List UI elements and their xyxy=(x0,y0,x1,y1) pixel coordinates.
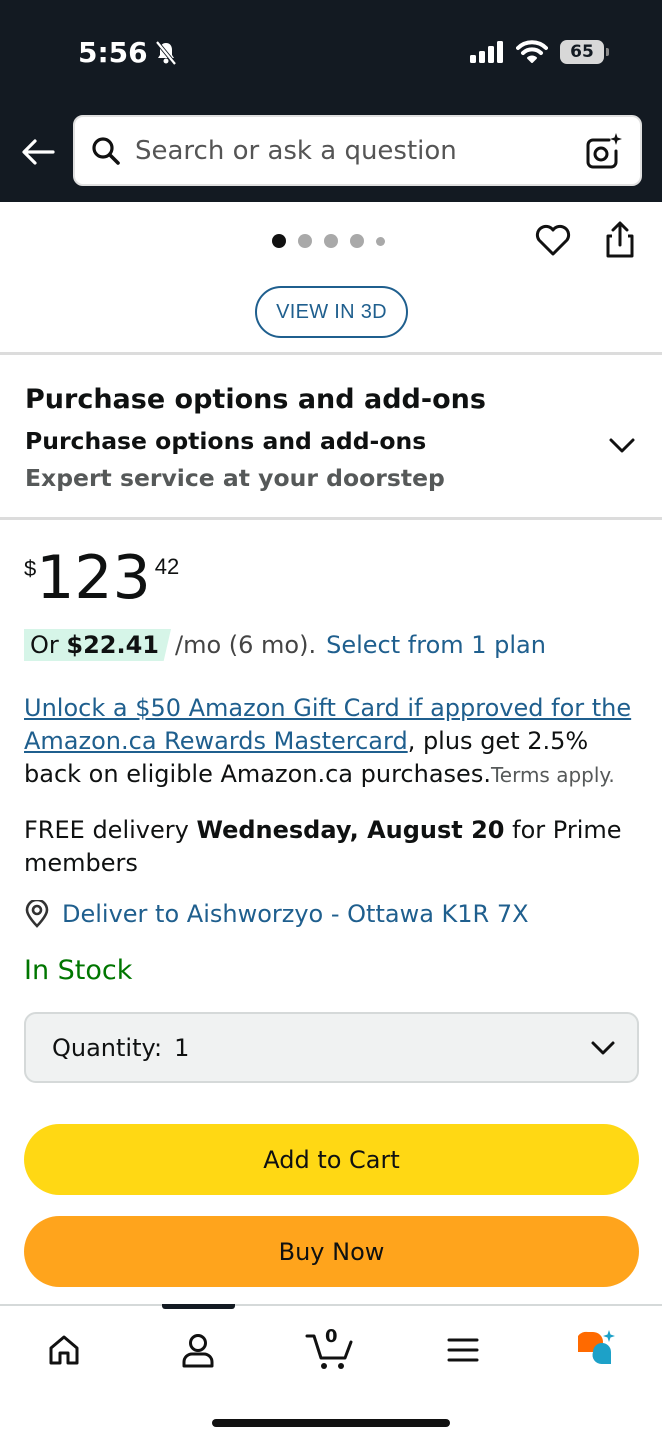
terms-apply[interactable]: Terms apply. xyxy=(491,763,615,787)
camera-search-button[interactable] xyxy=(580,128,626,174)
price-fraction: 42 xyxy=(154,554,180,579)
purchase-options-subtitle: Purchase options and add-ons xyxy=(25,427,427,455)
purchase-options-title: Purchase options and add-ons xyxy=(25,384,486,415)
search-header: Search or ask a question xyxy=(0,100,662,202)
section-divider xyxy=(0,352,662,355)
quantity-value: 1 xyxy=(174,1033,190,1062)
plan-prefix: Or xyxy=(30,631,67,659)
account-icon xyxy=(182,1334,214,1368)
deliver-to-text: Deliver to Aishworzyo - Ottawa K1R 7X xyxy=(62,900,529,928)
plan-amount: $22.41 xyxy=(66,631,160,659)
chevron-down-icon[interactable] xyxy=(605,428,639,462)
nav-cart[interactable]: 0 xyxy=(305,1326,355,1372)
heart-icon xyxy=(535,224,571,256)
wishlist-button[interactable] xyxy=(533,220,573,260)
nav-home[interactable] xyxy=(42,1328,86,1372)
purchase-options-description: Expert service at your doorstep xyxy=(25,464,445,492)
nav-account[interactable] xyxy=(176,1328,220,1372)
purchase-options-section[interactable]: Purchase options and add-ons Purchase op… xyxy=(0,356,662,518)
system-icons: 65 xyxy=(470,40,609,64)
quantity-label: Quantity: xyxy=(52,1033,163,1062)
share-button[interactable] xyxy=(600,220,640,260)
camera-icon xyxy=(586,132,622,168)
section-divider xyxy=(0,517,662,520)
delivery-info: FREE delivery Wednesday, August 20 for P… xyxy=(24,814,644,880)
search-placeholder: Search or ask a question xyxy=(135,135,457,166)
rufus-assistant-icon xyxy=(578,1330,615,1365)
delivery-prefix: FREE delivery xyxy=(24,816,197,844)
add-to-cart-button[interactable]: Add to Cart xyxy=(24,1124,639,1195)
bottom-navigation: 0 xyxy=(0,1304,662,1440)
wifi-icon xyxy=(516,40,548,63)
cart-count-badge: 0 xyxy=(325,1326,338,1347)
carousel-dot[interactable] xyxy=(376,236,385,246)
buy-now-button[interactable]: Buy Now xyxy=(24,1216,639,1287)
deliver-to-link[interactable]: Deliver to Aishworzyo - Ottawa K1R 7X xyxy=(24,900,529,928)
image-carousel-dots[interactable] xyxy=(272,234,385,248)
plan-term: /mo (6 mo). xyxy=(175,631,317,659)
quantity-selector[interactable]: Quantity: 1 xyxy=(24,1012,639,1083)
share-icon xyxy=(606,221,634,258)
credit-card-promo: Unlock a $50 Amazon Gift Card if approve… xyxy=(24,692,644,792)
silent-bell-icon xyxy=(155,40,177,65)
carousel-dot[interactable] xyxy=(298,234,312,248)
home-icon xyxy=(49,1335,79,1365)
carousel-dot[interactable] xyxy=(272,234,286,248)
delivery-date: Wednesday, August 20 xyxy=(196,816,505,844)
clock-text: 5:56 xyxy=(78,36,148,69)
location-pin-icon xyxy=(25,900,49,928)
search-input[interactable]: Search or ask a question xyxy=(73,115,642,186)
nav-rufus[interactable] xyxy=(574,1328,618,1372)
carousel-dot[interactable] xyxy=(324,234,338,248)
home-indicator xyxy=(212,1419,450,1427)
back-button[interactable] xyxy=(18,132,58,172)
menu-icon xyxy=(447,1338,479,1362)
nav-menu[interactable] xyxy=(441,1328,485,1372)
status-time: 5:56 xyxy=(78,36,178,69)
status-bar: 5:56 65 xyxy=(0,0,662,100)
product-image-area: VIEW IN 3D xyxy=(0,202,662,352)
carousel-dot[interactable] xyxy=(350,234,364,248)
price-currency: $ xyxy=(24,556,37,581)
stock-status: In Stock xyxy=(24,955,133,986)
signal-icon xyxy=(470,41,503,63)
installment-plan: Or $22.41 /mo (6 mo). Select from 1 plan xyxy=(24,629,546,661)
back-arrow-icon xyxy=(22,139,55,165)
active-tab-indicator xyxy=(162,1304,235,1309)
battery-indicator: 65 xyxy=(560,40,609,64)
chevron-down-icon xyxy=(591,1041,615,1055)
product-price: $ 123 42 xyxy=(24,546,179,610)
price-whole: 123 xyxy=(36,543,151,613)
plan-badge: Or $22.41 xyxy=(24,629,172,661)
view-in-3d-button[interactable]: VIEW IN 3D xyxy=(255,286,408,338)
search-icon xyxy=(92,136,120,165)
select-plan-link[interactable]: Select from 1 plan xyxy=(326,631,546,659)
